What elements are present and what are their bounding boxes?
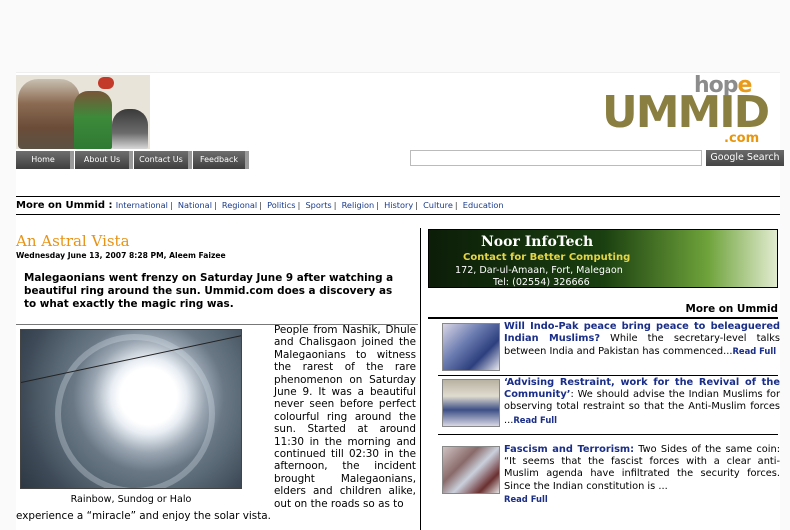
nav-about-us[interactable]: About Us bbox=[75, 151, 133, 169]
article-title: An Astral Vista bbox=[16, 232, 130, 250]
link-history[interactable]: History bbox=[384, 200, 413, 210]
site-header: Home About Us Contact Us Feedback hope U… bbox=[16, 72, 784, 178]
divider bbox=[438, 434, 778, 435]
article-lead: Malegaonians went frenzy on Saturday Jun… bbox=[24, 272, 394, 310]
article-body: People from Nashik, Dhule and Chalisgaon… bbox=[274, 324, 416, 510]
more-bar-label: More on Ummid : bbox=[16, 200, 113, 211]
nav-home[interactable]: Home bbox=[16, 151, 74, 169]
divider bbox=[428, 317, 778, 319]
column-divider bbox=[420, 228, 421, 530]
story-headline[interactable]: Fascism and Terrorism: bbox=[504, 444, 634, 455]
link-national[interactable]: National bbox=[178, 200, 212, 210]
logo-com: .com bbox=[724, 131, 760, 146]
photo-caption: Rainbow, Sundog or Halo bbox=[70, 494, 192, 505]
link-religion[interactable]: Religion bbox=[342, 200, 375, 210]
story-thumbnail[interactable] bbox=[442, 323, 500, 371]
link-education[interactable]: Education bbox=[463, 200, 504, 210]
sidebar-story: Will Indo-Pak peace bring peace to belea… bbox=[442, 321, 780, 375]
ad-address: 172, Dar-ul-Amaan, Fort, Malegaon bbox=[455, 265, 623, 276]
main-nav: Home About Us Contact Us Feedback bbox=[16, 151, 250, 169]
link-regional[interactable]: Regional bbox=[222, 200, 257, 210]
sun-halo-photo bbox=[20, 329, 242, 489]
link-international[interactable]: International bbox=[116, 200, 168, 210]
article-dateline: Wednesday June 13, 2007 8:28 PM, Aleem F… bbox=[16, 251, 226, 260]
read-full-link[interactable]: Read Full bbox=[504, 494, 548, 504]
page: Home About Us Contact Us Feedback hope U… bbox=[16, 72, 784, 530]
link-politics[interactable]: Politics bbox=[267, 200, 295, 210]
ad-tel: Tel: (02554) 326666 bbox=[493, 277, 590, 288]
nav-feedback[interactable]: Feedback bbox=[193, 151, 249, 169]
nav-contact-us[interactable]: Contact Us bbox=[134, 151, 192, 169]
sidebar-story: Fascism and Terrorism: Two Sides of the … bbox=[442, 444, 780, 504]
ad-subtitle: Contact for Better Computing bbox=[463, 252, 631, 263]
site-logo[interactable]: hope UMMID .com bbox=[602, 73, 780, 147]
logo-ummid: UMMID bbox=[602, 87, 770, 138]
google-search-button[interactable]: Google Search bbox=[706, 150, 784, 166]
more-on-ummid-bar: More on Ummid : International | National |… bbox=[16, 196, 780, 215]
link-culture[interactable]: Culture bbox=[423, 200, 453, 210]
divider bbox=[438, 375, 778, 376]
read-full-link[interactable]: Read Full bbox=[732, 346, 776, 356]
link-sports[interactable]: Sports bbox=[305, 200, 331, 210]
sidebar-heading: More on Ummid bbox=[685, 303, 778, 315]
story-thumbnail[interactable] bbox=[442, 446, 500, 494]
read-full-link[interactable]: Read Full bbox=[513, 415, 557, 425]
search-input[interactable] bbox=[410, 150, 702, 166]
noor-infotech-ad[interactable]: Noor InfoTech Contact for Better Computi… bbox=[428, 229, 778, 288]
ad-title: Noor InfoTech bbox=[481, 234, 594, 250]
header-photo bbox=[16, 75, 150, 149]
story-thumbnail[interactable] bbox=[442, 379, 500, 427]
article-body-continued: experience a “miracle” and enjoy the sol… bbox=[16, 510, 271, 522]
sidebar-story: ‘Advising Restraint, work for the Reviva… bbox=[442, 377, 780, 431]
